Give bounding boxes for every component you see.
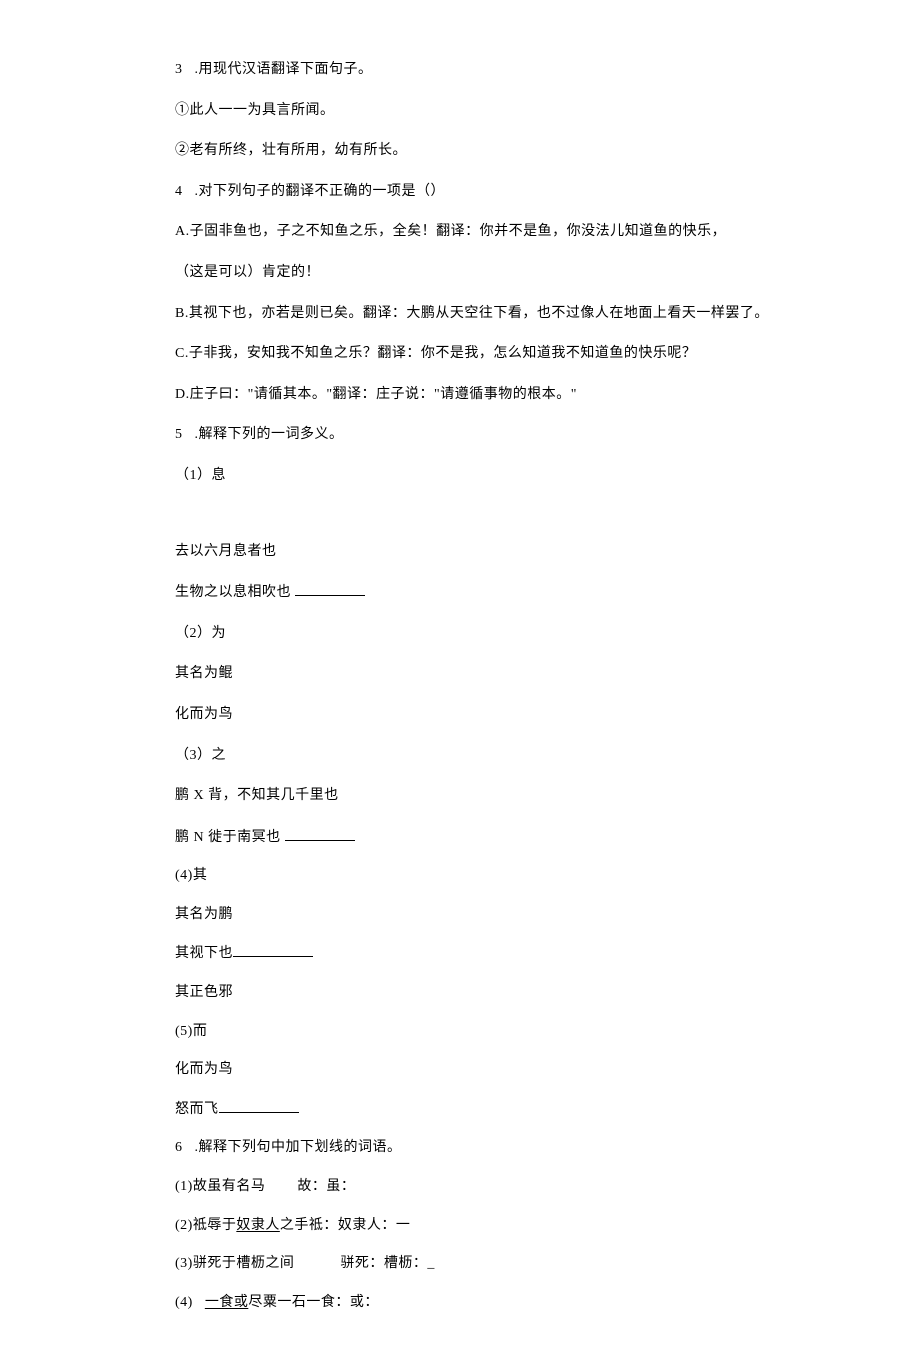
q6-l4-pre: (4) <box>175 1295 193 1310</box>
q5-i3b-row: 鹏 N 徙于南冥也 <box>175 827 820 848</box>
q6-l1-pre: (1)故虽有名马 <box>175 1177 265 1197</box>
q5-i5: (5)而 <box>175 1022 820 1042</box>
q5-i5b: 怒而飞 <box>175 1102 219 1117</box>
q6-l3-post: 骈死：槽枥：_ <box>340 1256 435 1271</box>
q6-l4-u: 一食或 <box>205 1295 249 1310</box>
q4-optC: C.子非我，安知我不知鱼之乐？翻译：你不是我，怎么知道我不知道鱼的快乐呢？ <box>175 344 820 364</box>
q5-i4b-row: 其视下也 <box>175 943 820 964</box>
q5-i3a: 鹏 X 背，不知其几千里也 <box>175 786 820 806</box>
q5-header: 5 .解释下列的一词多义。 <box>175 425 820 445</box>
q5-i4a: 其名为鹏 <box>175 905 820 925</box>
q6-l4-post: 尽粟一石一食：或： <box>248 1295 379 1310</box>
q4-optA: A.子固非鱼也，子之不知鱼之乐，全矣！翻译：你并不是鱼，你没法儿知道鱼的快乐， <box>175 222 820 242</box>
q6-l1-post: 故：虽： <box>297 1179 355 1194</box>
blank-fill[interactable] <box>219 1099 299 1113</box>
q5-i2b: 化而为鸟 <box>175 705 820 725</box>
q5-num: 5 <box>175 425 183 445</box>
q6-l2-u: 奴隶人 <box>236 1218 280 1233</box>
q5-i1a: 去以六月息者也 <box>175 542 820 562</box>
q5-i4c: 其正色邪 <box>175 983 820 1003</box>
q4-optA2: （这是可以）肯定的！ <box>175 263 820 283</box>
q4-header: 4 .对下列句子的翻译不正确的一项是（） <box>175 182 820 202</box>
spacer <box>175 507 820 521</box>
q6-line4: (4) 一食或尽粟一石一食：或： <box>175 1293 820 1313</box>
q6-text: .解释下列句中加下划线的词语。 <box>195 1138 402 1158</box>
q5-i3b: 鹏 N 徙于南冥也 <box>175 830 281 845</box>
q5-i4: (4)其 <box>175 866 820 886</box>
q3-sub1: ①此人一一为具言所闻。 <box>175 101 820 121</box>
q5-i1: （1）息 <box>175 466 820 486</box>
q3-header: 3 .用现代汉语翻译下面句子。 <box>175 60 820 80</box>
q3-text: .用现代汉语翻译下面句子。 <box>195 60 373 80</box>
q4-optB: B.其视下也，亦若是则已矣。翻译：大鹏从天空往下看，也不过像人在地面上看天一样罢… <box>175 304 820 324</box>
q4-text: .对下列句子的翻译不正确的一项是（） <box>195 182 446 202</box>
q5-i1b: 生物之以息相吹也 <box>175 585 291 600</box>
q4-optD: D.庄子曰："请循其本。"翻译：庄子说："请遵循事物的根本。" <box>175 385 820 405</box>
q5-i4b: 其视下也 <box>175 946 233 961</box>
q5-i2: （2）为 <box>175 624 820 644</box>
q6-l3-pre: (3)骈死于槽枥之间 <box>175 1254 294 1274</box>
q6-l2-pre: (2)祗辱于 <box>175 1218 236 1233</box>
q3-sub2: ②老有所终，壮有所用，幼有所长。 <box>175 141 820 161</box>
q3-num: 3 <box>175 60 183 80</box>
q6-l2-post: 之手祗：奴隶人：一 <box>280 1218 411 1233</box>
q6-line1: (1)故虽有名马 故：虽： <box>175 1177 820 1197</box>
q6-num: 6 <box>175 1138 183 1158</box>
q6-line2: (2)祗辱于奴隶人之手祗：奴隶人：一 <box>175 1216 820 1236</box>
q6-line3: (3)骈死于槽枥之间 骈死：槽枥：_ <box>175 1254 820 1274</box>
blank-fill[interactable] <box>295 582 365 596</box>
blank-fill[interactable] <box>285 827 355 841</box>
q5-i5a: 化而为鸟 <box>175 1060 820 1080</box>
blank-fill[interactable] <box>233 943 313 957</box>
q6-header: 6 .解释下列句中加下划线的词语。 <box>175 1138 820 1158</box>
q5-i5b-row: 怒而飞 <box>175 1099 820 1120</box>
q5-i1b-row: 生物之以息相吹也 <box>175 582 820 603</box>
q5-i3: （3）之 <box>175 746 820 766</box>
q4-num: 4 <box>175 182 183 202</box>
q5-text: .解释下列的一词多义。 <box>195 425 344 445</box>
q5-i2a: 其名为鲲 <box>175 664 820 684</box>
